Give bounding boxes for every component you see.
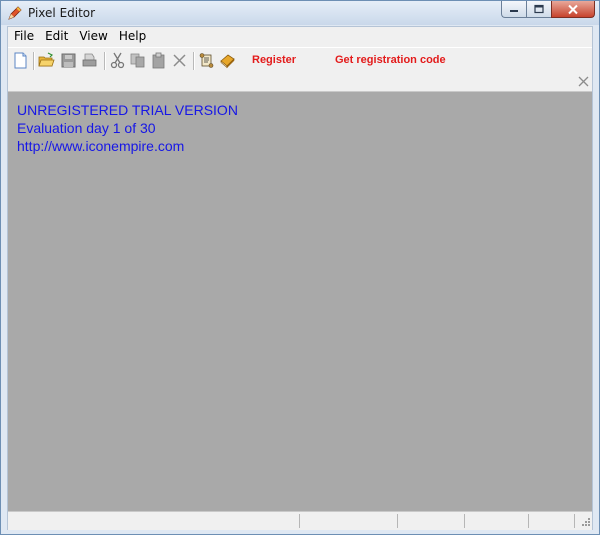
editor-canvas[interactable]: UNREGISTERED TRIAL VERSION Evaluation da… (8, 92, 592, 511)
print-icon[interactable] (81, 52, 98, 69)
menu-view[interactable]: View (79, 27, 107, 46)
toolbar: Register Get registration code (8, 47, 592, 74)
maximize-button[interactable] (526, 1, 551, 18)
status-bar (8, 511, 592, 530)
menu-file[interactable]: File (14, 27, 34, 46)
status-pane (397, 514, 398, 528)
new-file-icon[interactable] (12, 52, 29, 69)
scroll-icon[interactable] (198, 52, 215, 69)
resize-grip-icon[interactable] (579, 517, 591, 529)
maximize-icon (534, 4, 544, 14)
minimize-icon (510, 10, 518, 12)
evaluation-day-text: Evaluation day 1 of 30 (17, 120, 156, 136)
document-bar (8, 73, 592, 92)
menu-bar: File Edit View Help (8, 27, 592, 46)
app-window: Pixel Editor File Edit View Help Registe… (0, 0, 600, 535)
delete-icon[interactable] (171, 52, 188, 69)
close-icon (568, 4, 578, 14)
minimize-button[interactable] (501, 1, 526, 18)
get-registration-code-link[interactable]: Get registration code (335, 54, 446, 66)
close-button[interactable] (551, 1, 595, 18)
app-pencil-icon (8, 6, 22, 20)
window-title: Pixel Editor (28, 6, 96, 20)
menu-edit[interactable]: Edit (45, 27, 68, 46)
register-link[interactable]: Register (252, 54, 296, 66)
book-icon[interactable] (219, 52, 236, 69)
paste-icon[interactable] (150, 52, 167, 69)
save-icon[interactable] (60, 52, 77, 69)
status-pane (528, 514, 529, 528)
status-pane (464, 514, 465, 528)
copy-icon[interactable] (129, 52, 146, 69)
caption-buttons (501, 1, 595, 19)
toolbar-separator (193, 52, 195, 70)
trial-version-text: UNREGISTERED TRIAL VERSION (17, 102, 238, 118)
close-document-icon[interactable] (577, 75, 590, 88)
title-bar[interactable]: Pixel Editor (1, 1, 599, 25)
menu-help[interactable]: Help (119, 27, 146, 46)
status-pane (574, 514, 575, 528)
toolbar-separator (104, 52, 106, 70)
website-link[interactable]: http://www.iconempire.com (17, 138, 184, 154)
status-pane (299, 514, 300, 528)
cut-icon[interactable] (109, 52, 126, 69)
client-area: File Edit View Help Register Get registr… (7, 26, 593, 530)
open-folder-icon[interactable] (38, 52, 55, 69)
toolbar-separator (33, 52, 35, 70)
